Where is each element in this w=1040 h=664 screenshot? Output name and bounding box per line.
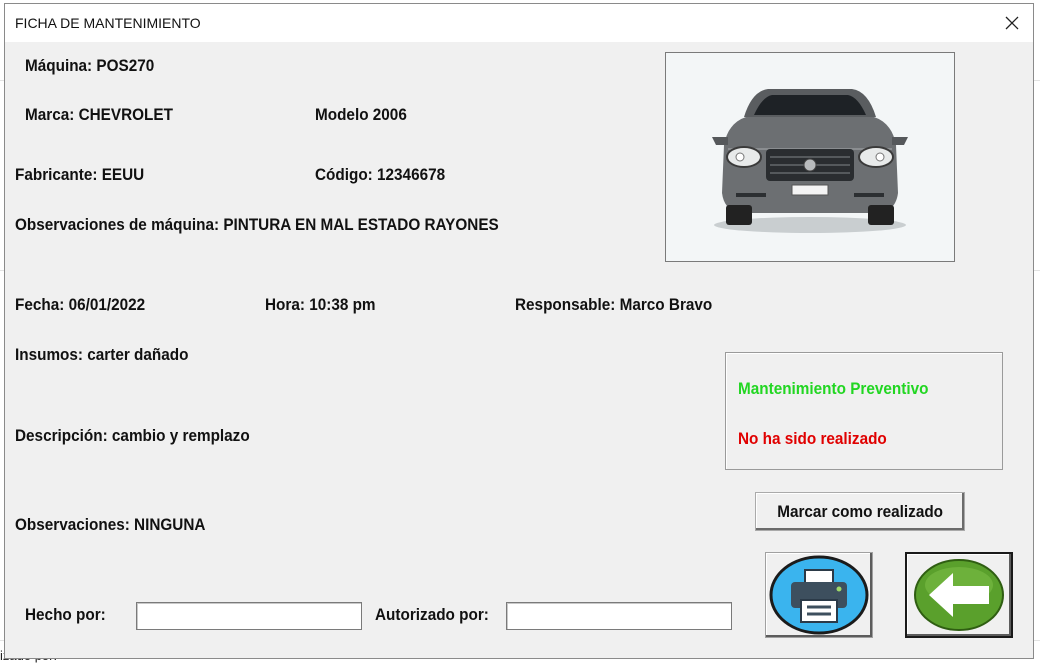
maintenance-dialog: FICHA DE MANTENIMIENTO Máquina: POS270 M… <box>4 3 1034 659</box>
status-panel: Mantenimiento Preventivo No ha sido real… <box>725 352 1003 470</box>
authorized-by-label: Autorizado por: <box>375 605 489 624</box>
manufacturer-label: Fabricante: EEUU <box>15 165 145 184</box>
code-label: Código: 12346678 <box>315 165 446 184</box>
done-by-field[interactable] <box>136 602 362 630</box>
done-by-label: Hecho por: <box>25 605 106 624</box>
car-image <box>712 89 908 233</box>
close-button[interactable] <box>997 8 1027 38</box>
model-label: Modelo 2006 <box>315 105 407 124</box>
back-button[interactable] <box>905 552 1013 638</box>
machine-label: Máquina: POS270 <box>25 56 155 75</box>
date-label: Fecha: 06/01/2022 <box>15 295 146 314</box>
brand-label: Marca: CHEVROLET <box>25 105 173 124</box>
description-label: Descripción: cambio y remplazo <box>15 426 250 445</box>
print-button[interactable] <box>765 552 873 638</box>
mark-done-label: Marcar como realizado <box>777 501 943 521</box>
machine-photo <box>665 52 955 262</box>
observations-label: Observaciones: NINGUNA <box>15 515 206 534</box>
printer-icon <box>769 555 869 635</box>
responsible-label: Responsable: Marco Bravo <box>515 295 713 314</box>
authorized-by-field[interactable] <box>506 602 732 630</box>
time-label: Hora: 10:38 pm <box>265 295 376 314</box>
maintenance-status-label: No ha sido realizado <box>738 429 887 448</box>
window-title: FICHA DE MANTENIMIENTO <box>15 15 201 31</box>
back-arrow-icon <box>914 559 1004 631</box>
supplies-label: Insumos: carter dañado <box>15 345 189 364</box>
close-icon <box>1005 16 1019 30</box>
machine-observations-label: Observaciones de máquina: PINTURA EN MAL… <box>15 215 499 234</box>
mark-done-button[interactable]: Marcar como realizado <box>755 492 965 531</box>
maintenance-type-label: Mantenimiento Preventivo <box>738 379 929 398</box>
title-bar: FICHA DE MANTENIMIENTO <box>5 4 1033 42</box>
